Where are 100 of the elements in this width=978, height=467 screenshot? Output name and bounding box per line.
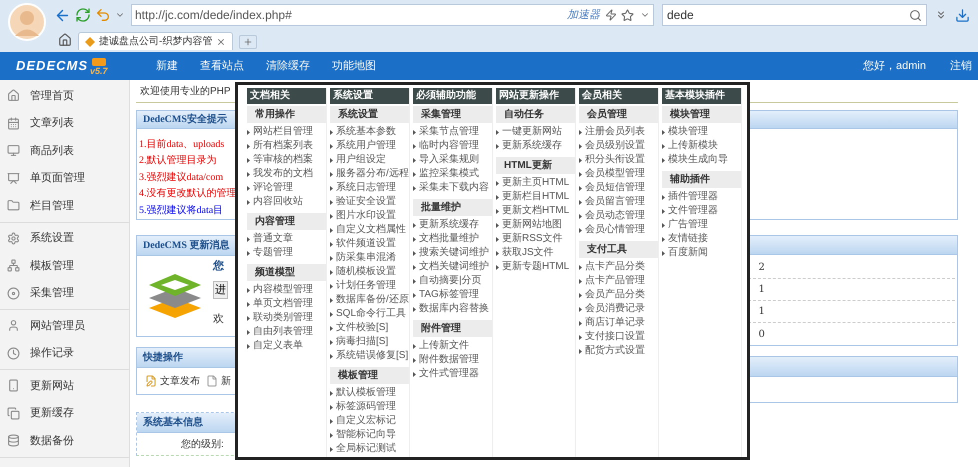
menu-item[interactable]: SQL命令行工具 xyxy=(330,307,409,321)
menu-item[interactable]: 软件频道设置 xyxy=(330,237,409,251)
sidebar-item[interactable]: 数据备份 xyxy=(0,427,129,454)
menu-item[interactable]: 广告管理 xyxy=(662,218,741,232)
sidebar-item[interactable]: 操作记录 xyxy=(0,340,129,367)
menu-item[interactable]: TAG标签管理 xyxy=(413,288,492,302)
nav-link[interactable]: 功能地图 xyxy=(321,58,387,74)
menu-item[interactable]: 会员级别设置 xyxy=(579,139,658,153)
menu-item[interactable]: 文件式管理器 xyxy=(413,367,492,381)
menu-item[interactable]: 更新专题HTML xyxy=(496,260,575,274)
menu-item[interactable]: 默认模板管理 xyxy=(330,386,409,400)
nav-link[interactable]: 查看站点 xyxy=(189,58,255,74)
menu-item[interactable]: 点卡产品分类 xyxy=(579,260,658,274)
sidebar-item[interactable]: 更新缓存 xyxy=(0,400,129,427)
menu-item[interactable]: 临时内容管理 xyxy=(413,139,492,153)
menu-item[interactable]: 用户组设定 xyxy=(330,153,409,167)
menu-item[interactable]: 获取JS文件 xyxy=(496,246,575,260)
menu-item[interactable]: 会员心情管理 xyxy=(579,223,658,237)
menu-item[interactable]: 更新系统缓存 xyxy=(496,139,575,153)
menu-item[interactable]: 导入采集规则 xyxy=(413,153,492,167)
menu-item[interactable]: 更新网站地图 xyxy=(496,218,575,232)
menu-item[interactable]: 随机模板设置 xyxy=(330,265,409,279)
menu-item[interactable]: 支付接口设置 xyxy=(579,330,658,344)
menu-item[interactable]: 病毒扫描[S] xyxy=(330,335,409,349)
menu-item[interactable]: 防采集串混淆 xyxy=(330,251,409,265)
menu-item[interactable]: 插件管理器 xyxy=(662,190,741,204)
nav-link[interactable]: 新建 xyxy=(145,58,189,74)
menu-item[interactable]: 采集节点管理 xyxy=(413,125,492,139)
menu-item[interactable]: 文件管理器 xyxy=(662,204,741,218)
menu-item[interactable]: 更新主页HTML xyxy=(496,176,575,190)
url-field[interactable]: http://jc.com/dede/index.php# 加速器 xyxy=(131,4,654,26)
menu-item[interactable]: 更新文档HTML xyxy=(496,204,575,218)
menu-item[interactable]: 自定义表单 xyxy=(247,339,326,353)
sidebar-item[interactable]: 栏目管理 xyxy=(0,192,129,220)
sidebar-item[interactable]: 文章列表 xyxy=(0,110,129,137)
menu-item[interactable]: 标签源码管理 xyxy=(330,400,409,414)
menu-item[interactable]: 网站栏目管理 xyxy=(247,125,326,139)
menu-item[interactable]: 自动摘要|分页 xyxy=(413,274,492,288)
menu-item[interactable]: 商店订单记录 xyxy=(579,316,658,330)
sidebar-item[interactable]: 商品列表 xyxy=(0,137,129,164)
menu-item[interactable]: 评论管理 xyxy=(247,181,326,195)
nav-link[interactable]: 清除缓存 xyxy=(255,58,321,74)
menu-item[interactable]: 内容回收站 xyxy=(247,195,326,209)
menu-item[interactable]: 服务器分布/远程 xyxy=(330,167,409,181)
menu-item[interactable]: 文档批量维护 xyxy=(413,232,492,246)
menu-item[interactable]: 专题管理 xyxy=(247,246,326,260)
sidebar-item[interactable]: 系统设置 xyxy=(0,224,129,252)
menu-item[interactable]: 一键更新网站 xyxy=(496,125,575,139)
menu-item[interactable]: 会员动态管理 xyxy=(579,209,658,223)
menu-item[interactable]: 更新栏目HTML xyxy=(496,190,575,204)
menu-item[interactable]: 会员模型管理 xyxy=(579,167,658,181)
menu-item[interactable]: 图片水印设置 xyxy=(330,209,409,223)
quick-link[interactable]: 文章发布 xyxy=(145,374,200,388)
menu-item[interactable]: 模块管理 xyxy=(662,125,741,139)
menu-item[interactable]: 会员产品分类 xyxy=(579,288,658,302)
sidebar-item[interactable]: 更新网站 xyxy=(0,372,129,400)
sidebar-item[interactable]: 单页面管理 xyxy=(0,164,129,192)
menu-item[interactable]: 模块生成向导 xyxy=(662,153,741,167)
menu-item[interactable]: 系统日志管理 xyxy=(330,181,409,195)
menu-item[interactable]: 内容模型管理 xyxy=(247,283,326,297)
menu-item[interactable]: 友情链接 xyxy=(662,232,741,246)
browser-tab[interactable]: 捷诚盘点公司-织梦内容管 xyxy=(78,32,234,50)
menu-item[interactable]: 验证安全设置 xyxy=(330,195,409,209)
logout-link[interactable]: 注销 xyxy=(950,58,972,74)
sidebar-item[interactable]: 管理首页 xyxy=(0,82,129,110)
menu-item[interactable]: 系统用户管理 xyxy=(330,139,409,153)
sidebar-item[interactable]: 模板管理 xyxy=(0,252,129,280)
menu-item[interactable]: 更新系统缓存 xyxy=(413,218,492,232)
sidebar-item[interactable]: 采集管理 xyxy=(0,280,129,307)
menu-item[interactable]: 积分头衔设置 xyxy=(579,153,658,167)
menu-item[interactable]: 数据库内容替换 xyxy=(413,302,492,316)
menu-item[interactable]: 自由列表管理 xyxy=(247,325,326,339)
menu-item[interactable]: 点卡产品管理 xyxy=(579,274,658,288)
menu-item[interactable]: 我发布的文档 xyxy=(247,167,326,181)
search-field[interactable]: dede xyxy=(662,4,927,26)
update-button[interactable]: 进 xyxy=(213,280,228,300)
menu-item[interactable]: 附件数据管理 xyxy=(413,353,492,367)
menu-item[interactable]: 文档关键词维护 xyxy=(413,260,492,274)
accelerator-button[interactable]: 加速器 xyxy=(567,6,600,24)
menu-item[interactable]: 智能标记向导 xyxy=(330,428,409,442)
menu-item[interactable]: 监控采集模式 xyxy=(413,167,492,181)
menu-item[interactable]: 更新RSS文件 xyxy=(496,232,575,246)
menu-item[interactable]: 系统错误修复[S] xyxy=(330,349,409,363)
menu-item[interactable]: 自定义宏标记 xyxy=(330,414,409,428)
menu-item[interactable]: 文件校验[S] xyxy=(330,321,409,335)
menu-item[interactable]: 联动类别管理 xyxy=(247,311,326,325)
menu-item[interactable]: 所有档案列表 xyxy=(247,139,326,153)
menu-item[interactable]: 会员短信管理 xyxy=(579,181,658,195)
menu-item[interactable]: 采集未下载内容 xyxy=(413,181,492,195)
menu-item[interactable]: 自定义文档属性 xyxy=(330,223,409,237)
menu-item[interactable]: 上传新文件 xyxy=(413,339,492,353)
menu-item[interactable]: 注册会员列表 xyxy=(579,125,658,139)
menu-item[interactable]: 上传新模块 xyxy=(662,139,741,153)
menu-item[interactable]: 计划任务管理 xyxy=(330,279,409,293)
menu-item[interactable]: 等审核的档案 xyxy=(247,153,326,167)
menu-item[interactable]: 配货方式设置 xyxy=(579,344,658,358)
menu-item[interactable]: 全局标记测试 xyxy=(330,442,409,456)
menu-item[interactable]: 会员消费记录 xyxy=(579,302,658,316)
menu-item[interactable]: 百度新闻 xyxy=(662,246,741,260)
menu-item[interactable]: 普通文章 xyxy=(247,232,326,246)
